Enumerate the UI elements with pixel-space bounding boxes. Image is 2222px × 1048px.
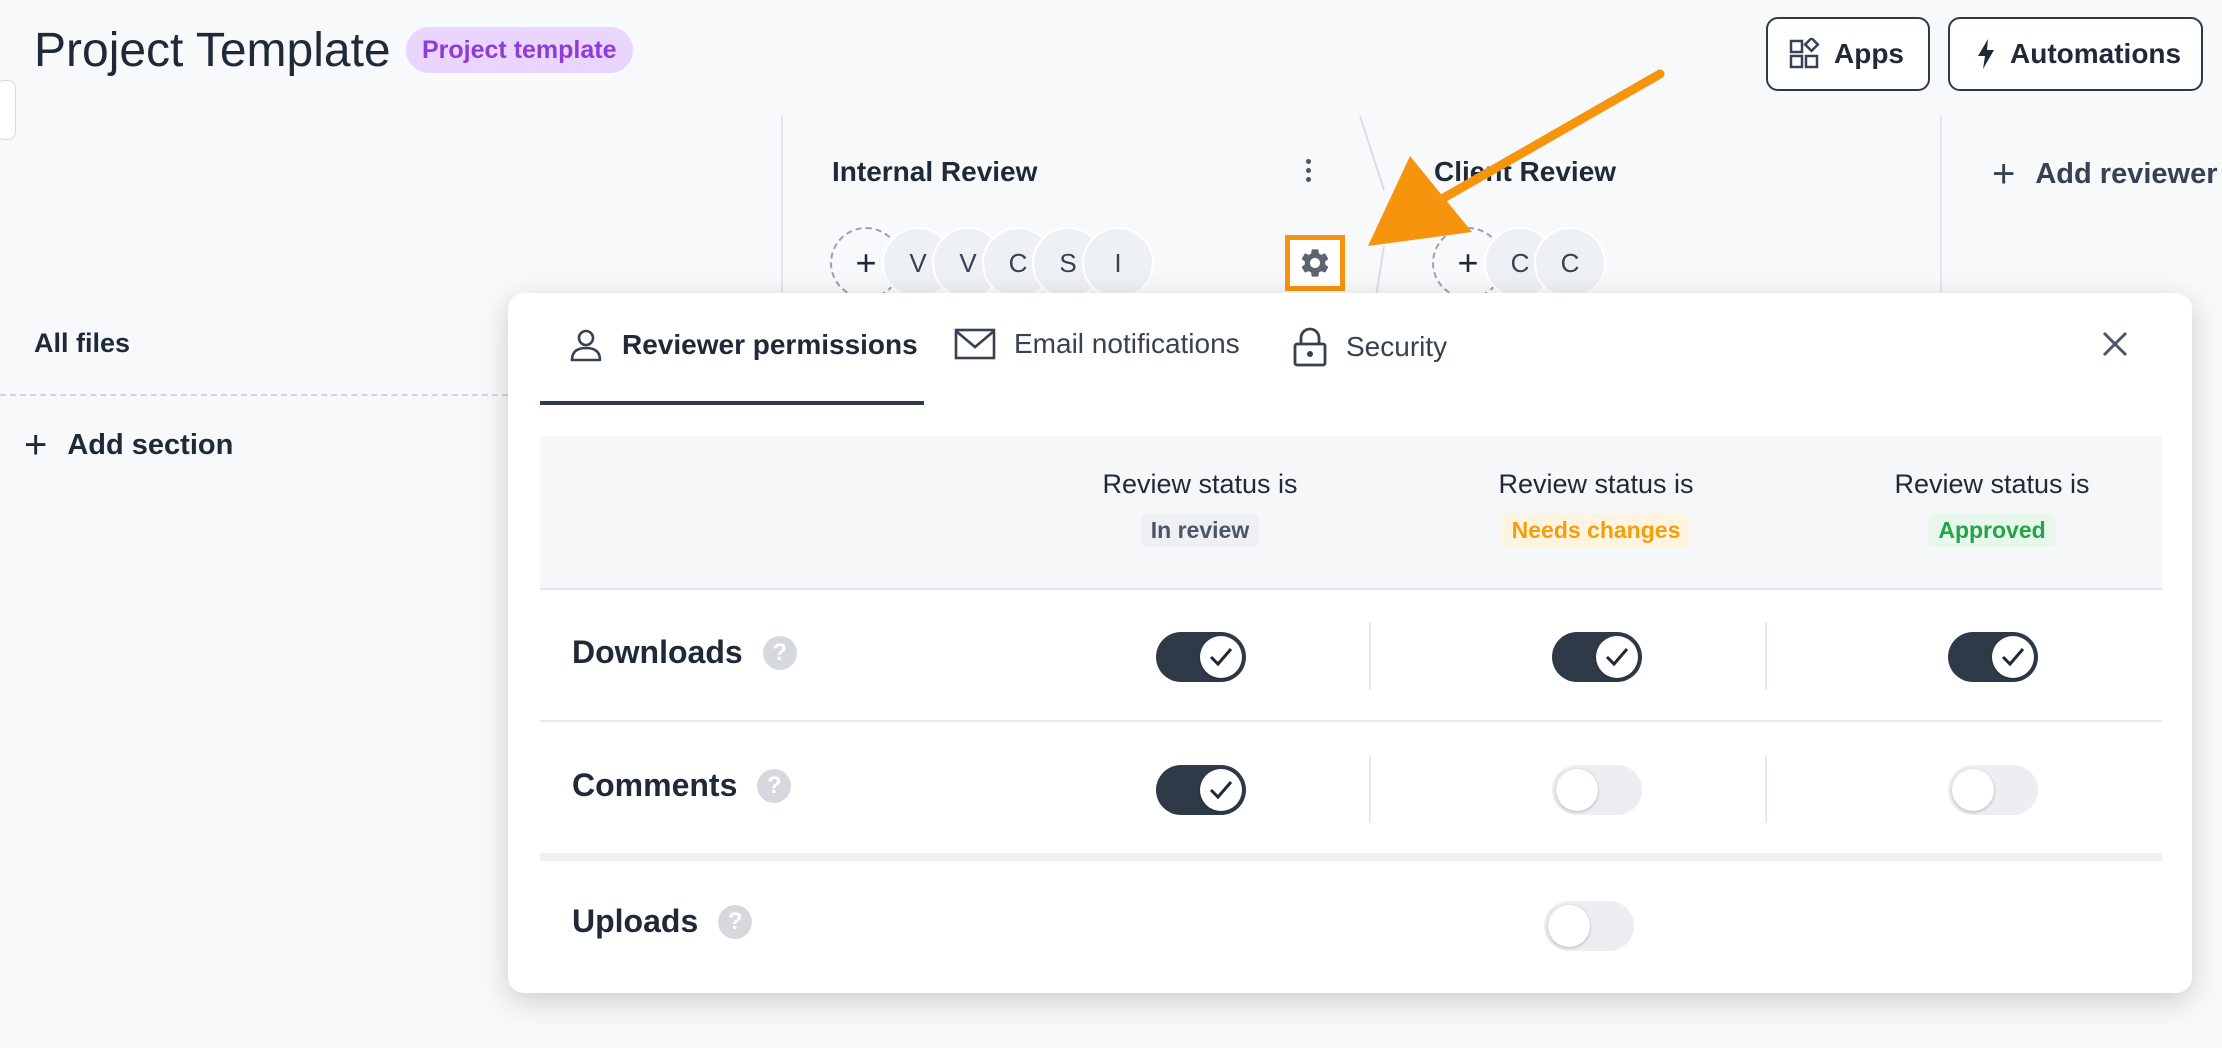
comments-needs-changes-toggle[interactable] <box>1552 765 1642 815</box>
automations-label: Automations <box>2010 38 2182 69</box>
checkmark-icon <box>1596 636 1638 678</box>
help-icon[interactable]: ? <box>757 768 792 803</box>
comments-in-review-toggle[interactable] <box>1156 765 1246 815</box>
add-section-label: Add section <box>67 428 234 461</box>
add-reviewer-label: Add reviewer <box>2035 158 2218 190</box>
apps-icon <box>1789 38 1820 69</box>
column-header-text: Review status is <box>1498 469 1694 499</box>
apps-label: Apps <box>1834 38 1904 69</box>
all-files-label[interactable]: All files <box>34 328 130 359</box>
downloads-label: Downloads <box>572 634 743 670</box>
status-column-header: Review status is Needs changes <box>1446 469 1746 547</box>
tab-security[interactable]: Security <box>1292 327 1447 367</box>
help-icon[interactable]: ? <box>762 635 797 670</box>
plus-icon: + <box>24 423 48 467</box>
sidebar-collapse-handle[interactable] <box>0 80 16 140</box>
downloads-in-review-toggle[interactable] <box>1156 632 1246 682</box>
kebab-menu-icon[interactable] <box>1306 155 1311 186</box>
column-divider <box>781 116 783 296</box>
permissions-table-header: Review status is In review Review status… <box>540 436 2162 590</box>
row-label: Comments ? <box>572 767 792 804</box>
cell-divider <box>1369 755 1371 823</box>
plus-icon: + <box>1992 152 2016 196</box>
permission-row-downloads: Downloads ? <box>540 590 2162 722</box>
lock-icon <box>1293 327 1327 367</box>
user-icon <box>570 329 602 362</box>
section-divider <box>540 853 2162 861</box>
reviewer-settings-modal: Reviewer permissions Email notifications… <box>508 293 2192 993</box>
checkmark-icon <box>1200 636 1242 678</box>
tab-email-notifications[interactable]: Email notifications <box>954 327 1240 361</box>
permission-row-comments: Comments ? <box>540 723 2162 861</box>
avatar[interactable]: I <box>1082 227 1154 299</box>
page-title: Project Template <box>34 24 391 77</box>
checkmark-icon <box>1200 769 1242 811</box>
settings-button[interactable] <box>1285 235 1345 291</box>
status-column-header: Review status is Approved <box>1842 469 2142 547</box>
column-header-text: Review status is <box>1894 469 2090 499</box>
sidebar-divider <box>0 394 508 396</box>
tab-label: Reviewer permissions <box>622 329 918 360</box>
cell-divider <box>1369 622 1371 690</box>
annotation-arrow <box>1368 69 1665 246</box>
mail-icon <box>954 328 996 360</box>
checkmark-icon <box>1992 636 2034 678</box>
automations-button[interactable]: Automations <box>1948 17 2203 91</box>
tab-label: Email notifications <box>1014 328 1240 359</box>
row-divider <box>540 720 2162 722</box>
status-column-header: Review status is In review <box>1050 469 1350 547</box>
downloads-approved-toggle[interactable] <box>1948 632 2038 682</box>
cell-divider <box>1765 755 1767 823</box>
help-icon[interactable]: ? <box>718 904 753 939</box>
comments-label: Comments <box>572 767 738 803</box>
lightning-icon <box>1978 39 1994 69</box>
gear-icon <box>1301 249 1329 277</box>
status-badge: Needs changes <box>1501 514 1691 547</box>
add-reviewer-button[interactable]: + Add reviewer <box>1992 152 2218 197</box>
internal-review-title: Internal Review <box>832 156 1038 187</box>
row-label: Uploads ? <box>572 903 753 940</box>
active-tab-indicator <box>540 401 924 405</box>
tab-reviewer-permissions[interactable]: Reviewer permissions <box>568 327 918 363</box>
project-template-badge: Project template <box>406 27 633 73</box>
permission-row-uploads: Uploads ? <box>540 863 2162 983</box>
tab-label: Security <box>1346 331 1448 362</box>
cell-divider <box>1765 622 1767 690</box>
add-section-button[interactable]: + Add section <box>24 425 233 465</box>
column-divider <box>1940 116 1942 296</box>
uploads-label: Uploads <box>572 903 699 939</box>
row-label: Downloads ? <box>572 634 797 671</box>
comments-approved-toggle[interactable] <box>1948 765 2038 815</box>
apps-button[interactable]: Apps <box>1766 17 1930 91</box>
uploads-toggle[interactable] <box>1544 901 1634 951</box>
close-icon[interactable] <box>2100 329 2130 359</box>
column-header-text: Review status is <box>1102 469 1298 499</box>
status-badge: In review <box>1140 514 1260 547</box>
downloads-needs-changes-toggle[interactable] <box>1552 632 1642 682</box>
status-badge: Approved <box>1928 514 2056 547</box>
